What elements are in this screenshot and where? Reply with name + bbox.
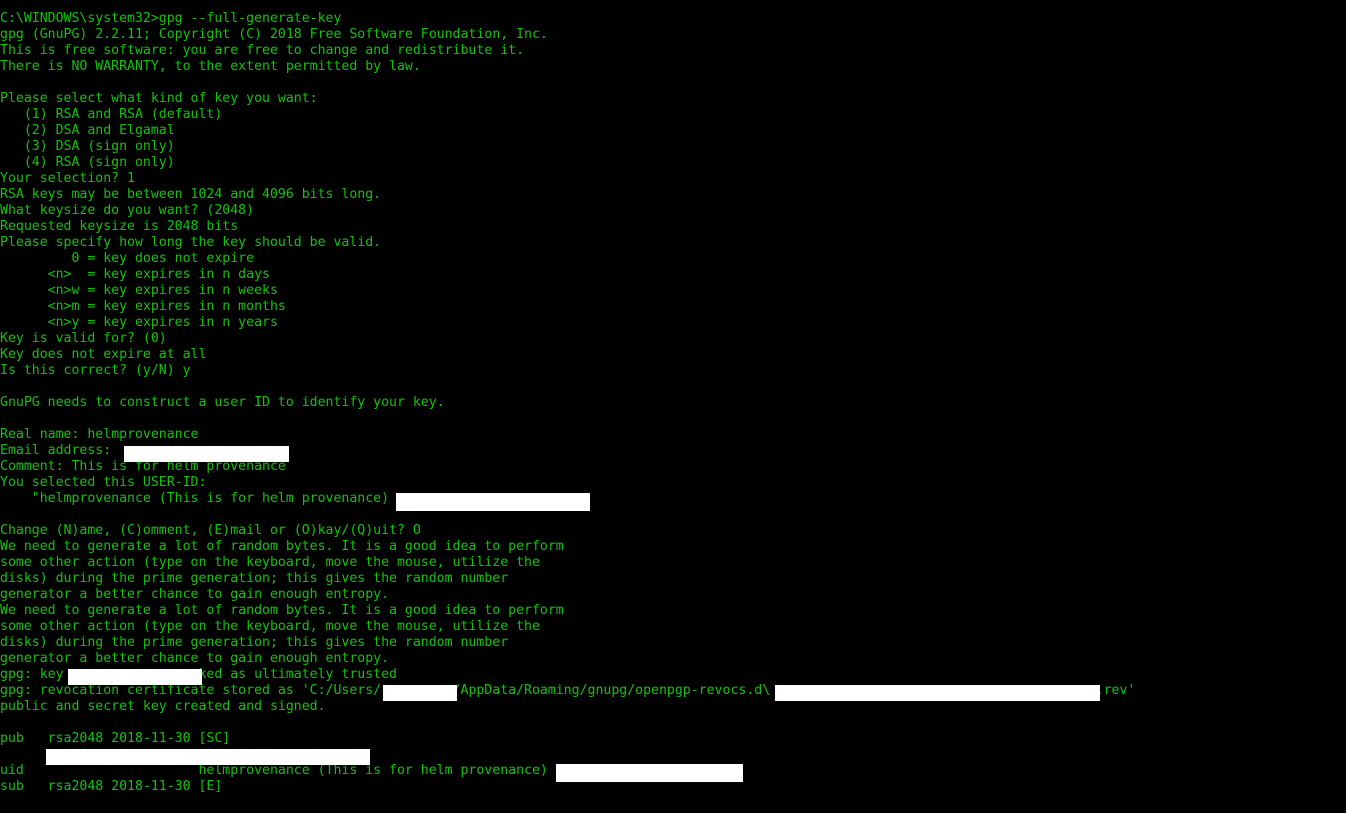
terminal-line: (2) DSA and Elgamal [0, 123, 175, 138]
terminal-line: Real name: helmprovenance [0, 427, 199, 442]
terminal-line: RSA keys may be between 1024 and 4096 bi… [0, 187, 382, 202]
terminal-line: <n>w = key expires in n weeks [0, 283, 278, 298]
terminal-line: (3) DSA (sign only) [0, 139, 175, 154]
email-address-redaction [124, 446, 289, 462]
terminal-line: disks) during the prime generation; this… [0, 635, 509, 650]
terminal-line: some other action (type on the keyboard,… [0, 619, 540, 634]
terminal-line: 0 = key does not expire [0, 251, 255, 266]
terminal-line: Key does not expire at all [0, 347, 207, 362]
terminal-line: disks) during the prime generation; this… [0, 571, 509, 586]
terminal-line: We need to generate a lot of random byte… [0, 603, 564, 618]
terminal-line: <n> = key expires in n days [0, 267, 270, 282]
terminal-line: This is free software: you are free to c… [0, 43, 525, 58]
terminal-line: Please specify how long the key should b… [0, 235, 382, 250]
terminal-line: Key is valid for? (0) [0, 331, 167, 346]
terminal-line: Is this correct? (y/N) y [0, 363, 191, 378]
terminal-line: pub rsa2048 2018-11-30 [SC] [0, 731, 231, 746]
terminal-line: Your selection? 1 [0, 171, 135, 186]
terminal-line: There is NO WARRANTY, to the extent perm… [0, 59, 421, 74]
terminal-line: public and secret key created and signed… [0, 699, 326, 714]
revocation-filename-redaction [775, 685, 1100, 701]
terminal-line: (4) RSA (sign only) [0, 155, 175, 170]
terminal-line: <n>m = key expires in n months [0, 299, 286, 314]
key-id-redaction [68, 669, 202, 685]
terminal-line: <n>y = key expires in n years [0, 315, 278, 330]
key-fingerprint-redaction [46, 749, 370, 765]
terminal-line: generator a better chance to gain enough… [0, 587, 390, 602]
terminal-line: some other action (type on the keyboard,… [0, 555, 540, 570]
terminal-window[interactable]: C:\WINDOWS\system32>gpg --full-generate-… [0, 0, 1346, 813]
terminal-line: (1) RSA and RSA (default) [0, 107, 223, 122]
terminal-line: We need to generate a lot of random byte… [0, 539, 564, 554]
terminal-line: Please select what kind of key you want: [0, 91, 318, 106]
user-id-email-redaction [396, 493, 590, 511]
terminal-line: You selected this USER-ID: [0, 475, 207, 490]
terminal-line: Change (N)ame, (C)omment, (E)mail or (O)… [0, 523, 421, 538]
terminal-line: C:\WINDOWS\system32>gpg --full-generate-… [0, 11, 342, 26]
terminal-line: Requested keysize is 2048 bits [0, 219, 239, 234]
terminal-line: What keysize do you want? (2048) [0, 203, 255, 218]
terminal-line: gpg (GnuPG) 2.2.11; Copyright (C) 2018 F… [0, 27, 548, 42]
terminal-line: "helmprovenance (This is for helm proven… [0, 491, 397, 506]
username-path-redaction [383, 685, 457, 701]
uid-email-redaction [556, 764, 743, 782]
terminal-line: generator a better chance to gain enough… [0, 651, 390, 666]
terminal-line: GnuPG needs to construct a user ID to id… [0, 395, 445, 410]
terminal-line: gpg: revocation certificate stored as 'C… [0, 683, 1136, 698]
